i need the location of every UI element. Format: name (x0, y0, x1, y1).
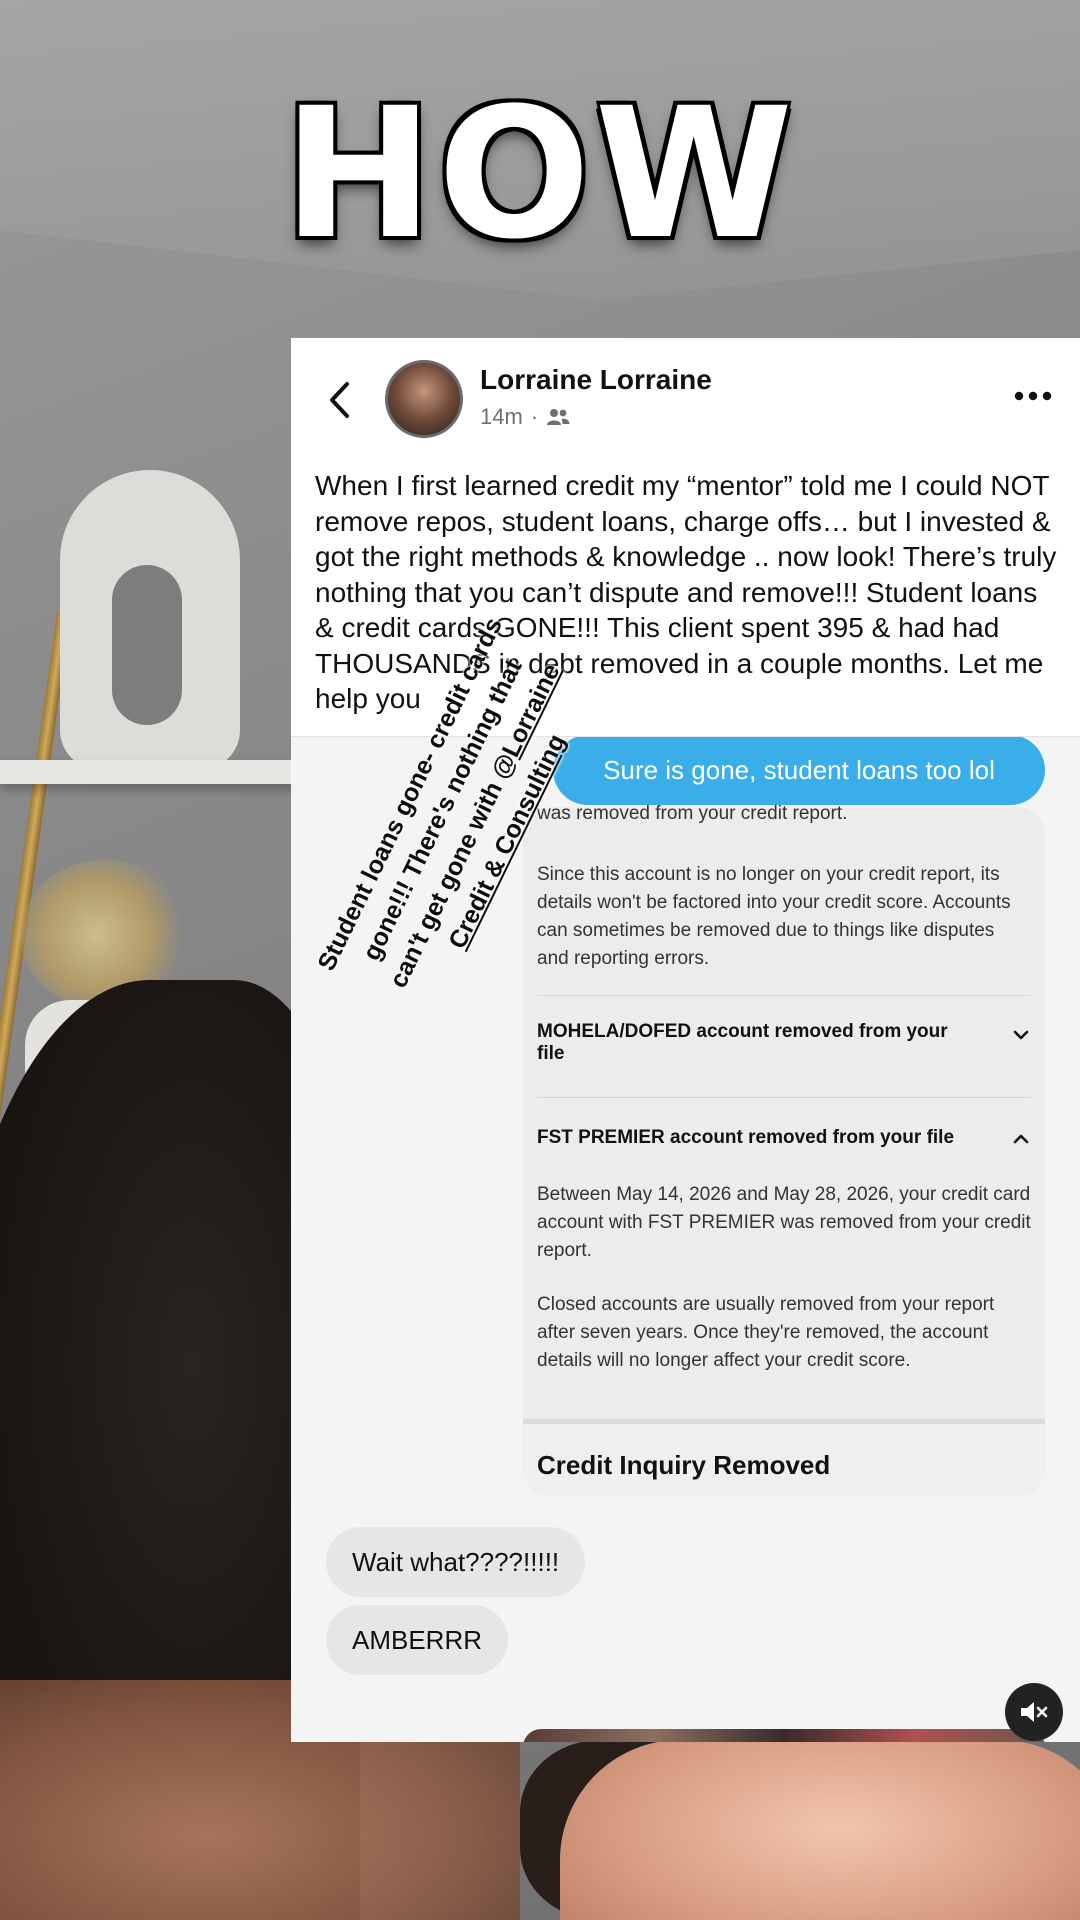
post-time: 14m (480, 404, 523, 429)
person-hand (560, 1740, 1080, 1920)
chevron-down-icon[interactable] (1011, 1025, 1031, 1045)
back-button[interactable] (319, 378, 359, 422)
report-paragraph: Since this account is no longer on your … (537, 864, 1011, 969)
report-paragraph: Between May 14, 2026 and May 28, 2026, y… (537, 1184, 1031, 1261)
chevron-up-icon[interactable] (1011, 1129, 1031, 1149)
author-name[interactable]: Lorraine Lorraine (480, 364, 712, 396)
post-body: When I first learned credit my “mentor” … (315, 470, 1057, 714)
divider (537, 1097, 1031, 1098)
credit-inquiry-section: Credit Inquiry Removed (523, 1419, 1045, 1497)
post-header: Lorraine Lorraine 14m · (291, 338, 1080, 458)
more-options-button[interactable] (1011, 382, 1055, 410)
outgoing-message: Sure is gone, student loans too lol (553, 737, 1045, 805)
credit-report-panel: was removed from your credit report. Sin… (523, 803, 1045, 1497)
report-item-title: MOHELA/DOFED account removed from your f… (537, 1021, 948, 1064)
headline: HOW (282, 70, 798, 279)
post-meta: 14m · (480, 404, 570, 430)
report-cut-text: was removed from your credit report. (537, 803, 848, 824)
report-item-title: FST PREMIER account removed from your fi… (537, 1127, 955, 1148)
video-thumbnail[interactable] (523, 1729, 1045, 1742)
meta-separator: · (530, 404, 539, 429)
friends-icon (547, 409, 570, 425)
divider (537, 995, 1031, 996)
incoming-message: AMBERRR (326, 1605, 509, 1675)
chevron-left-icon (330, 382, 349, 418)
mute-button[interactable] (1005, 1683, 1063, 1741)
avatar[interactable] (385, 360, 463, 438)
tall-vase (60, 470, 240, 770)
inquiry-title: Credit Inquiry Removed (537, 1450, 831, 1480)
report-paragraph: Closed accounts are usually removed from… (537, 1294, 995, 1371)
shelf (0, 760, 300, 784)
more-dots-icon (1014, 391, 1052, 401)
incoming-message: Wait what????!!!!! (326, 1527, 586, 1597)
speaker-muted-icon (1021, 1702, 1048, 1722)
